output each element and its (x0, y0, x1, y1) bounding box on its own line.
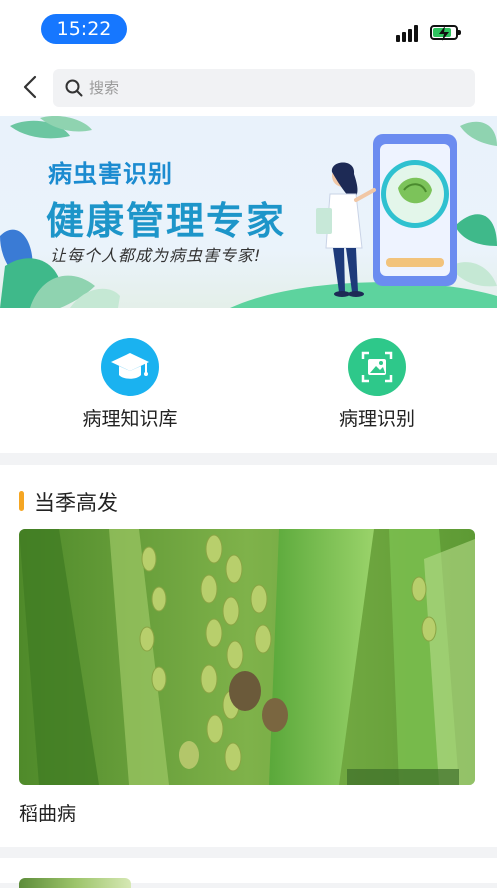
section-accent (19, 491, 24, 511)
back-button[interactable] (14, 70, 48, 104)
knowledge-base-label: 病理知识库 (82, 408, 178, 430)
pathology-recognition-label: 病理识别 (338, 408, 415, 430)
disease-card-caption[interactable]: 稻曲病 (19, 799, 76, 826)
pathology-recognition-button[interactable]: 病理识别 (297, 338, 457, 431)
header (0, 58, 497, 116)
signal-icon (396, 24, 422, 42)
quick-actions: 病理知识库 病理识别 (0, 308, 497, 453)
chevron-left-icon (23, 75, 37, 99)
next-card-image[interactable] (19, 878, 131, 888)
knowledge-base-button[interactable]: 病理知识库 (50, 338, 210, 431)
image-scan-icon (348, 338, 406, 396)
status-bar: 15:22 (0, 0, 497, 58)
seasonal-section: 当季高发 稻曲病 (0, 465, 497, 847)
banner-slogan: 让每个人都成为病虫害专家! (50, 246, 262, 265)
status-time: 15:22 (41, 14, 127, 44)
search-box[interactable] (53, 69, 475, 107)
next-section (0, 858, 497, 888)
banner-subtitle: 病虫害识别 (48, 160, 173, 188)
banner-title: 健康管理专家 (46, 199, 287, 243)
battery-icon (430, 25, 461, 41)
graduation-cap-icon (101, 338, 159, 396)
disease-card-image[interactable] (19, 529, 475, 785)
search-input[interactable] (89, 69, 459, 107)
section-title: 当季高发 (34, 491, 118, 515)
rice-panicle-photo (19, 529, 475, 785)
promo-banner[interactable]: 病虫害识别 健康管理专家 让每个人都成为病虫害专家! (0, 116, 497, 308)
search-icon (65, 79, 83, 97)
